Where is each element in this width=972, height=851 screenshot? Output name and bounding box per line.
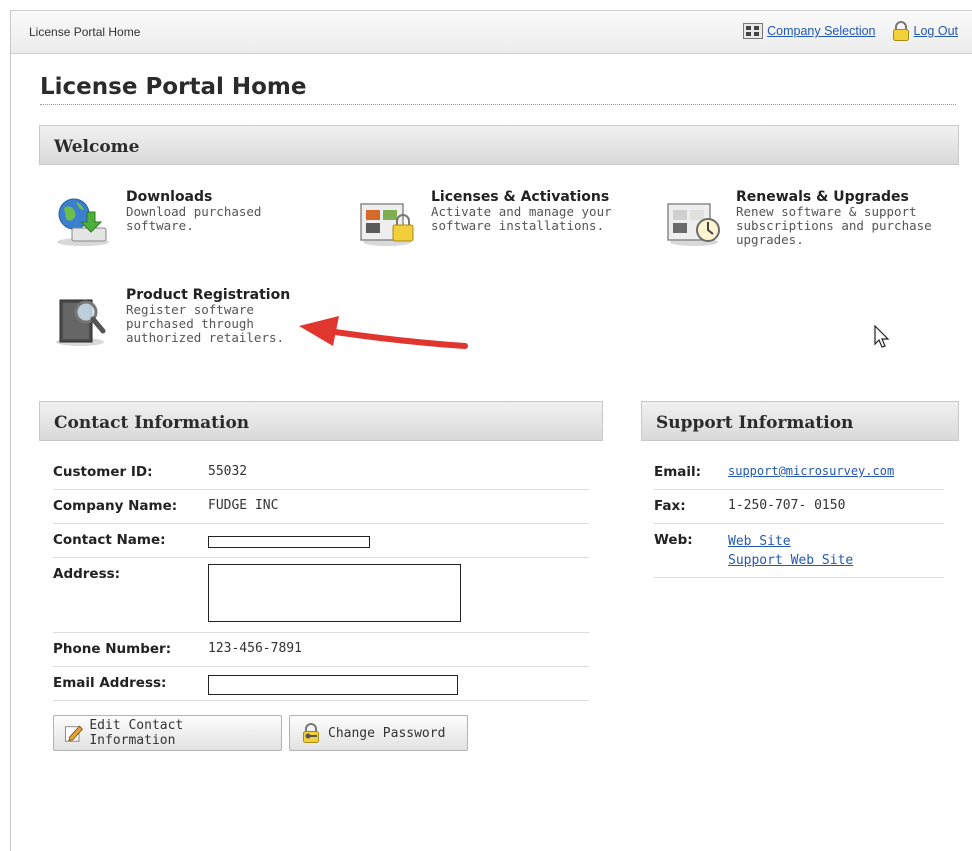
licenses-desc-2: software installations.: [431, 218, 605, 233]
address-row: Address:: [53, 558, 589, 633]
edit-contact-information-label: Edit Contact Information: [89, 718, 184, 748]
downloads-title: Downloads: [126, 189, 213, 205]
downloads-desc-1: Download purchased: [126, 204, 262, 219]
phone-number-row: Phone Number: 123-456-7891: [53, 633, 589, 667]
email-address-label: Email Address:: [53, 675, 167, 691]
phone-number-label: Phone Number:: [53, 641, 172, 657]
company-name-row: Company Name: FUDGE INC: [53, 490, 589, 524]
email-address-row: Email Address:: [53, 667, 589, 701]
product-registration-desc-1: Register software: [126, 302, 254, 317]
downloads-desc-2: software.: [126, 218, 194, 233]
company-name-value: FUDGE INC: [208, 498, 279, 513]
renewals-desc-3: upgrades.: [736, 232, 804, 247]
support-web-site-link[interactable]: Support Web Site: [728, 551, 853, 570]
support-web-row: Web: Web Site Support Web Site: [654, 524, 944, 578]
lock-icon: [892, 21, 909, 41]
contact-name-redacted: [208, 536, 370, 548]
email-address-redacted: [208, 675, 458, 695]
licenses-tile[interactable]: Licenses & Activations Activate and mana…: [357, 190, 612, 250]
renewals-desc-1: Renew software & support: [736, 204, 917, 219]
support-fax-label: Fax:: [654, 498, 686, 514]
renewals-title: Renewals & Upgrades: [736, 189, 909, 205]
renewals-desc-2: subscriptions and purchase: [736, 218, 932, 233]
customer-id-value: 55032: [208, 464, 248, 479]
log-out-label[interactable]: Log Out: [914, 24, 958, 38]
top-links: Company Selection Log Out: [743, 21, 958, 41]
support-information-header: Support Information: [641, 401, 959, 441]
magnifier-registration-icon: [56, 299, 106, 346]
company-selection-label[interactable]: Company Selection: [767, 24, 875, 38]
change-password-label: Change Password: [328, 725, 446, 741]
customer-id-row: Customer ID: 55032: [53, 456, 589, 490]
address-redacted: [208, 564, 461, 622]
grid-icon: [743, 23, 764, 39]
address-label: Address:: [53, 566, 121, 582]
support-email-row: Email: support@microsurvey.com: [654, 456, 944, 490]
licenses-title: Licenses & Activations: [431, 189, 610, 205]
license-clock-icon: [667, 203, 720, 246]
edit-pencil-icon: [64, 725, 84, 742]
company-name-label: Company Name:: [53, 498, 178, 514]
log-out-link[interactable]: Log Out: [892, 21, 958, 41]
change-password-button[interactable]: Change Password: [289, 715, 468, 751]
product-registration-title: Product Registration: [126, 287, 291, 303]
support-web-links: Web Site Support Web Site: [728, 532, 853, 570]
web-site-link[interactable]: Web Site: [728, 532, 853, 551]
welcome-header: Welcome: [39, 125, 959, 165]
support-email-link[interactable]: support@microsurvey.com: [728, 464, 894, 478]
product-registration-desc-2: purchased through: [126, 316, 254, 331]
key-lock-icon: [303, 723, 319, 743]
company-selection-link[interactable]: Company Selection: [743, 23, 876, 39]
breadcrumb: License Portal Home: [29, 25, 141, 39]
contact-name-label: Contact Name:: [53, 532, 166, 548]
product-registration-desc-3: authorized retailers.: [126, 330, 285, 345]
downloads-tile[interactable]: Downloads Download purchased software.: [52, 190, 261, 250]
license-lock-icon: [360, 203, 414, 246]
product-registration-tile[interactable]: Product Registration Register software p…: [52, 288, 290, 348]
contact-name-row: Contact Name:: [53, 524, 589, 558]
customer-id-label: Customer ID:: [53, 464, 153, 480]
phone-number-value: 123-456-7891: [208, 641, 302, 656]
contact-information-header: Contact Information: [39, 401, 603, 441]
licenses-desc-1: Activate and manage your: [431, 204, 612, 219]
support-fax-row: Fax: 1-250-707- 0150: [654, 490, 944, 524]
red-arrow-annotation: [299, 316, 468, 349]
support-fax-value: 1-250-707- 0150: [728, 498, 846, 513]
mouse-cursor-icon: [874, 325, 890, 348]
renewals-tile[interactable]: Renewals & Upgrades Renew software & sup…: [662, 190, 932, 250]
support-email-label: Email:: [654, 464, 702, 480]
page-title: License Portal Home: [40, 74, 956, 105]
support-web-label: Web:: [654, 532, 693, 548]
globe-download-icon: [57, 198, 109, 246]
edit-contact-information-button[interactable]: Edit Contact Information: [53, 715, 282, 751]
